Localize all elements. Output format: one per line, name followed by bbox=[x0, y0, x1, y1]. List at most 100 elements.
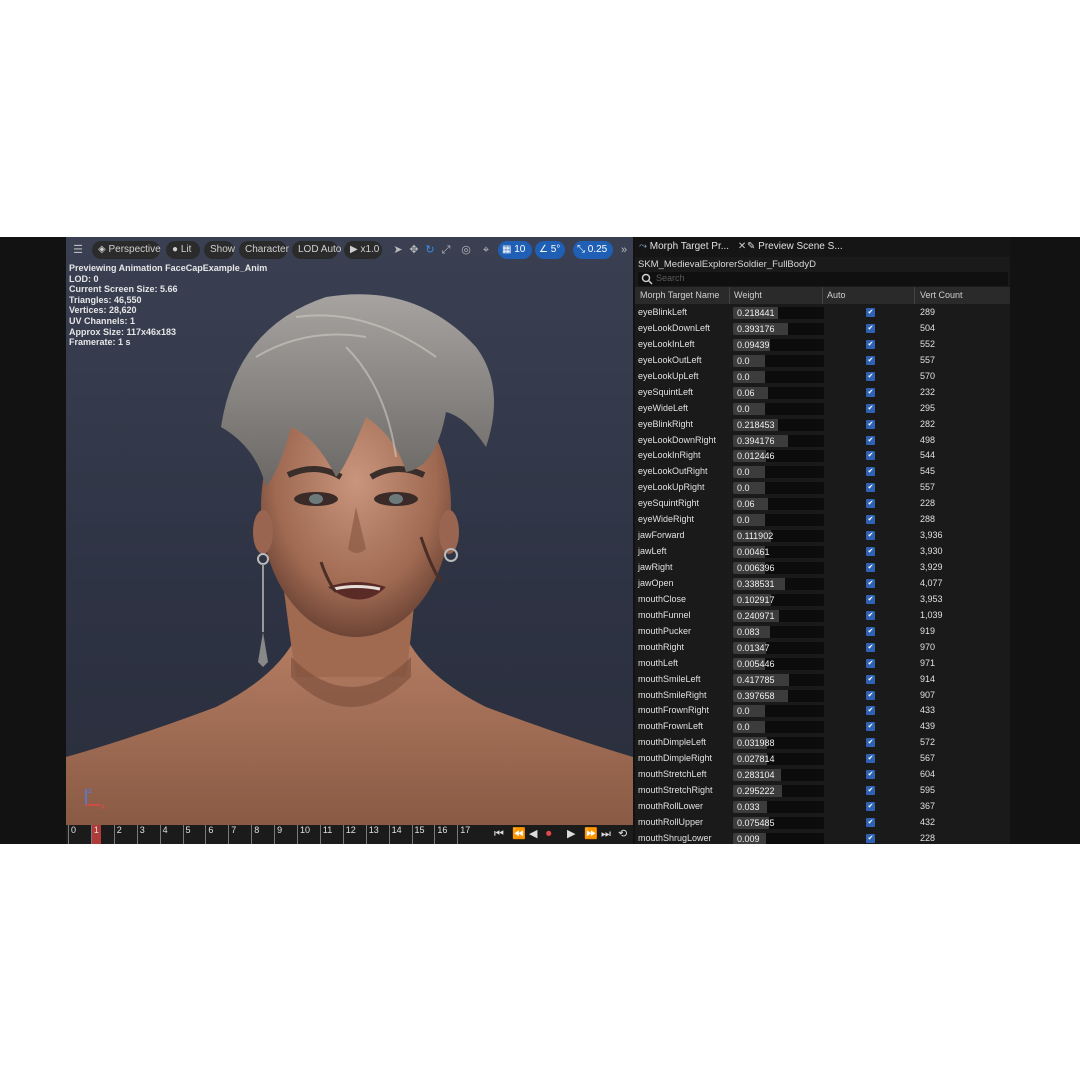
weight-slider[interactable]: 0.218441 bbox=[733, 307, 824, 319]
timeline-frame-tick[interactable]: 8 bbox=[251, 825, 259, 844]
weight-slider[interactable]: 0.075485 bbox=[733, 817, 824, 829]
column-header-weight[interactable]: Weight bbox=[729, 287, 762, 304]
select-arrow-icon[interactable]: ➤ bbox=[391, 243, 405, 257]
auto-checkbox[interactable]: ✔ bbox=[866, 467, 875, 477]
perspective-button[interactable]: ◈ Perspective bbox=[92, 241, 161, 259]
auto-checkbox[interactable]: ✔ bbox=[866, 626, 875, 636]
weight-slider[interactable]: 0.012446 bbox=[733, 450, 824, 463]
weight-slider[interactable]: 0.0 bbox=[733, 705, 824, 718]
close-icon[interactable]: ✕ bbox=[738, 241, 746, 252]
weight-slider[interactable]: 0.218453 bbox=[733, 418, 824, 431]
auto-checkbox[interactable]: ✔ bbox=[866, 690, 875, 700]
weight-slider[interactable]: 0.240971 bbox=[733, 609, 824, 622]
character-button[interactable]: Character bbox=[239, 241, 289, 259]
scale-icon[interactable]: ⤢ bbox=[439, 243, 453, 257]
timeline-frame-tick[interactable]: 9 bbox=[274, 825, 282, 844]
table-row[interactable]: mouthSmileRight 0.397658 ✔ 907 bbox=[635, 688, 1010, 704]
auto-checkbox[interactable]: ✔ bbox=[866, 594, 875, 604]
rotate-icon[interactable]: ↻ bbox=[423, 243, 437, 257]
timeline-frame-tick[interactable]: 13 bbox=[365, 825, 379, 844]
table-row[interactable]: mouthStretchLeft 0.283104 ✔ 604 bbox=[635, 767, 1010, 783]
table-row[interactable]: mouthRight 0.01347 ✔ 970 bbox=[635, 640, 1010, 656]
weight-slider[interactable]: 0.00461 bbox=[733, 546, 824, 559]
column-header-auto[interactable]: Auto bbox=[822, 287, 846, 304]
more-icon[interactable]: » bbox=[617, 243, 631, 257]
timeline-frame-tick[interactable]: 4 bbox=[159, 825, 168, 844]
lod-button[interactable]: LOD Auto bbox=[292, 241, 341, 259]
weight-slider[interactable]: 0.0 bbox=[733, 354, 824, 367]
timeline-frame-tick[interactable]: 7 bbox=[228, 825, 236, 844]
table-row[interactable]: mouthFrownRight 0.0 ✔ 433 bbox=[635, 703, 1010, 719]
table-row[interactable]: eyeLookDownLeft 0.393176 ✔ 504 bbox=[635, 321, 1010, 337]
auto-checkbox[interactable]: ✔ bbox=[866, 531, 875, 541]
table-row[interactable]: mouthDimpleRight 0.027814 ✔ 567 bbox=[635, 751, 1010, 767]
auto-checkbox[interactable]: ✔ bbox=[866, 515, 875, 525]
auto-checkbox[interactable]: ✔ bbox=[866, 578, 875, 588]
table-row[interactable]: mouthFrownLeft 0.0 ✔ 439 bbox=[635, 719, 1010, 735]
table-row[interactable]: jawOpen 0.338531 ✔ 4,077 bbox=[635, 576, 1010, 592]
auto-checkbox[interactable]: ✔ bbox=[866, 706, 875, 716]
table-row[interactable]: eyeSquintLeft 0.06 ✔ 232 bbox=[635, 385, 1010, 401]
table-row[interactable]: eyeLookOutLeft 0.0 ✔ 557 bbox=[635, 353, 1010, 369]
tab-preview-scene-settings[interactable]: ✎ Preview Scene S... bbox=[747, 237, 847, 257]
auto-checkbox[interactable]: ✔ bbox=[866, 563, 875, 572]
table-row[interactable]: eyeLookInLeft 0.09439 ✔ 552 bbox=[635, 337, 1010, 353]
loop-icon[interactable]: ⟲ bbox=[618, 827, 627, 841]
step-forward-icon[interactable]: ⏩ bbox=[584, 827, 598, 841]
table-row[interactable]: mouthPucker 0.083 ✔ 919 bbox=[635, 624, 1010, 640]
table-row[interactable]: mouthFunnel 0.240971 ✔ 1,039 bbox=[635, 608, 1010, 624]
skip-to-start-icon[interactable]: ⏮ bbox=[494, 827, 504, 841]
weight-slider[interactable]: 0.06 bbox=[733, 498, 824, 511]
world-icon[interactable]: ◎ bbox=[459, 243, 473, 257]
weight-slider[interactable]: 0.09439 bbox=[733, 338, 824, 351]
table-row[interactable]: mouthSmileLeft 0.417785 ✔ 914 bbox=[635, 672, 1010, 688]
auto-checkbox[interactable]: ✔ bbox=[866, 451, 875, 461]
column-header-name[interactable]: Morph Target Name bbox=[640, 287, 719, 304]
record-icon[interactable]: ⏺ bbox=[546, 827, 552, 841]
table-row[interactable]: jawRight 0.006396 ✔ 3,929 bbox=[635, 560, 1010, 576]
weight-slider[interactable]: 0.394176 bbox=[733, 434, 824, 447]
table-row[interactable]: eyeBlinkLeft 0.218441 ✔ 289 bbox=[635, 305, 1010, 321]
auto-checkbox[interactable]: ✔ bbox=[866, 610, 875, 620]
auto-checkbox[interactable]: ✔ bbox=[866, 722, 875, 732]
table-row[interactable]: eyeLookOutRight 0.0 ✔ 545 bbox=[635, 464, 1010, 480]
move-icon[interactable]: ✥ bbox=[407, 243, 421, 257]
show-button[interactable]: Show bbox=[204, 241, 235, 259]
table-row[interactable]: mouthRollUpper 0.075485 ✔ 432 bbox=[635, 815, 1010, 831]
timeline-frame-tick[interactable]: 10 bbox=[297, 825, 310, 844]
auto-checkbox[interactable]: ✔ bbox=[866, 323, 875, 333]
weight-slider[interactable]: 0.0 bbox=[733, 370, 824, 383]
timeline-frame-tick[interactable]: 16 bbox=[434, 825, 447, 844]
auto-checkbox[interactable]: ✔ bbox=[866, 403, 875, 413]
weight-slider[interactable]: 0.295222 bbox=[733, 785, 824, 798]
skip-to-end-icon[interactable]: ⏭ bbox=[601, 827, 611, 841]
timeline-frame-tick[interactable]: 17 bbox=[457, 825, 470, 844]
weight-slider[interactable]: 0.111902 bbox=[733, 530, 824, 543]
auto-checkbox[interactable]: ✔ bbox=[866, 419, 875, 429]
scale-snap-button[interactable]: ⤡ 0.25 bbox=[573, 241, 613, 259]
table-row[interactable]: eyeLookUpLeft 0.0 ✔ 570 bbox=[635, 369, 1010, 385]
timeline-frame-tick[interactable]: 1 bbox=[90, 825, 99, 844]
timeline-frame-tick[interactable]: 11 bbox=[319, 825, 332, 844]
table-row[interactable]: mouthClose 0.102917 ✔ 3,953 bbox=[635, 592, 1010, 608]
weight-slider[interactable]: 0.283104 bbox=[733, 769, 824, 782]
weight-slider[interactable]: 0.005446 bbox=[733, 657, 824, 670]
timeline-bar[interactable]: 0 1 2 3 4 5 6 7 8 9 10 11 12 13 14 15 16 17 ⏮ ⏪ ◀ ⏺ ▶ ⏩ ⏭… bbox=[66, 825, 633, 844]
tab-morph-target-preview[interactable]: ⤳ Morph Target Pr... ✕ bbox=[639, 237, 746, 257]
auto-checkbox[interactable]: ✔ bbox=[866, 339, 875, 349]
auto-checkbox[interactable]: ✔ bbox=[866, 371, 875, 381]
weight-slider[interactable]: 0.06 bbox=[733, 386, 824, 399]
weight-slider[interactable]: 0.083 bbox=[733, 625, 824, 638]
weight-slider[interactable]: 0.417785 bbox=[733, 673, 824, 686]
weight-slider[interactable]: 0.0 bbox=[733, 721, 824, 734]
auto-checkbox[interactable]: ✔ bbox=[866, 435, 875, 445]
search-input[interactable]: Search bbox=[638, 272, 1008, 286]
table-row[interactable]: jawForward 0.111902 ✔ 3,936 bbox=[635, 528, 1010, 544]
lit-button[interactable]: ● Lit bbox=[166, 241, 200, 259]
auto-checkbox[interactable]: ✔ bbox=[866, 499, 875, 509]
weight-slider[interactable]: 0.031988 bbox=[733, 737, 824, 750]
timeline-frame-tick[interactable]: 6 bbox=[205, 825, 213, 844]
table-row[interactable]: mouthShrugLower 0.009 ✔ 228 bbox=[635, 831, 1010, 844]
rotation-snap-button[interactable]: ∠ 5° bbox=[535, 241, 565, 259]
auto-checkbox[interactable]: ✔ bbox=[866, 754, 875, 764]
